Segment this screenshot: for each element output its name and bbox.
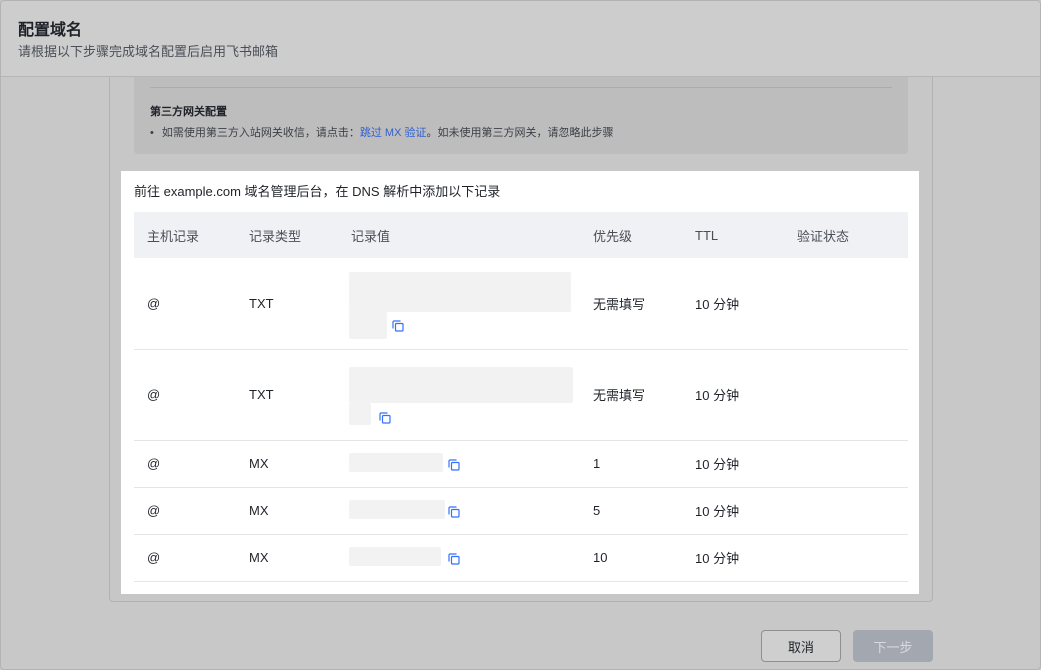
value-cell (338, 258, 580, 350)
dialog-header: 配置域名 请根据以下步骤完成域名配置后启用飞书邮箱 (1, 1, 1040, 77)
table-row: @ TXT 无需填写 10 分钟 (134, 349, 908, 441)
redacted-value (349, 499, 445, 519)
table-row: @ TXT 无需填写 10 分钟 (134, 258, 908, 350)
status-cell (784, 487, 908, 535)
priority-cell: 5 (580, 487, 682, 535)
page-title: 配置域名 (18, 22, 83, 39)
redacted-value (349, 402, 371, 425)
priority-cell: 无需填写 (580, 349, 682, 441)
host-cell: @ (134, 440, 236, 488)
table-row: @ MX 10 10 分钟 (134, 534, 908, 582)
gateway-note-text: • 如需使用第三方入站网关收信，请点击：跳过 MX 验证。如未使用第三方网关，请忽… (150, 124, 613, 140)
status-cell (784, 258, 908, 350)
table-header-row: 主机记录 记录类型 记录值 优先级 TTL 验证状态 (134, 212, 908, 258)
col-type: 记录类型 (249, 228, 302, 244)
dns-records-table: 主机记录 记录类型 记录值 优先级 TTL 验证状态 @ TXT 无需填写 10… (134, 212, 908, 582)
col-ttl: TTL (695, 227, 719, 243)
value-cell (338, 534, 580, 582)
col-host: 主机记录 (147, 228, 200, 244)
copy-icon[interactable] (379, 411, 391, 424)
gateway-note-prefix: 如需使用第三方入站网关收信，请点击： (161, 127, 360, 139)
type-cell: TXT (236, 349, 338, 441)
priority-cell: 1 (580, 440, 682, 488)
gateway-note-suffix: 。如未使用第三方网关，请忽略此步骤 (426, 127, 614, 139)
table-row: @ MX 5 10 分钟 (134, 487, 908, 535)
redacted-value (349, 366, 573, 403)
page-subtitle: 请根据以下步骤完成域名配置后启用飞书邮箱 (18, 44, 279, 59)
type-cell: MX (236, 487, 338, 535)
dns-intro: 前往 example.com 域名管理后台，在 DNS 解析中添加以下记录 (134, 184, 501, 199)
status-cell (784, 349, 908, 441)
col-status: 验证状态 (797, 228, 850, 244)
table-row: @ MX 1 10 分钟 (134, 440, 908, 488)
copy-icon[interactable] (448, 552, 460, 565)
type-cell: MX (236, 440, 338, 488)
redacted-value (349, 546, 441, 566)
copy-icon[interactable] (448, 458, 460, 471)
value-cell (338, 349, 580, 441)
col-priority: 优先级 (593, 228, 633, 244)
priority-cell: 无需填写 (580, 258, 682, 350)
host-cell: @ (134, 487, 236, 535)
ttl-cell: 10 分钟 (682, 440, 784, 488)
redacted-value (349, 452, 443, 472)
dns-records-card: 前往 example.com 域名管理后台，在 DNS 解析中添加以下记录 主机… (121, 171, 919, 594)
col-value: 记录值 (351, 228, 391, 244)
ttl-cell: 10 分钟 (682, 534, 784, 582)
status-cell (784, 534, 908, 582)
dialog-overlay: 配置域名 请根据以下步骤完成域名配置后启用飞书邮箱 第三方网关配置 • 如需使用第… (0, 0, 1041, 670)
gateway-note-title: 第三方网关配置 (150, 106, 227, 118)
status-cell (784, 440, 908, 488)
ttl-cell: 10 分钟 (682, 487, 784, 535)
type-cell: MX (236, 534, 338, 582)
copy-icon[interactable] (392, 320, 404, 332)
bullet-icon: • (150, 127, 154, 139)
host-cell: @ (134, 258, 236, 350)
gateway-note: 第三方网关配置 • 如需使用第三方入站网关收信，请点击：跳过 MX 验证。如未使用… (134, 77, 908, 154)
redacted-value (349, 312, 387, 339)
host-cell: @ (134, 349, 236, 441)
type-cell: TXT (236, 258, 338, 350)
ttl-cell: 10 分钟 (682, 349, 784, 441)
priority-cell: 10 (580, 534, 682, 582)
divider (150, 87, 892, 88)
ttl-cell: 10 分钟 (682, 258, 784, 350)
redacted-value (349, 272, 571, 312)
host-cell: @ (134, 534, 236, 582)
copy-icon[interactable] (448, 505, 460, 518)
skip-mx-link[interactable]: 跳过 MX 验证 (360, 127, 427, 139)
next-step-button[interactable]: 下一步 (853, 630, 933, 662)
value-cell (338, 487, 580, 535)
value-cell (338, 440, 580, 488)
cancel-button[interactable]: 取消 (761, 630, 841, 662)
